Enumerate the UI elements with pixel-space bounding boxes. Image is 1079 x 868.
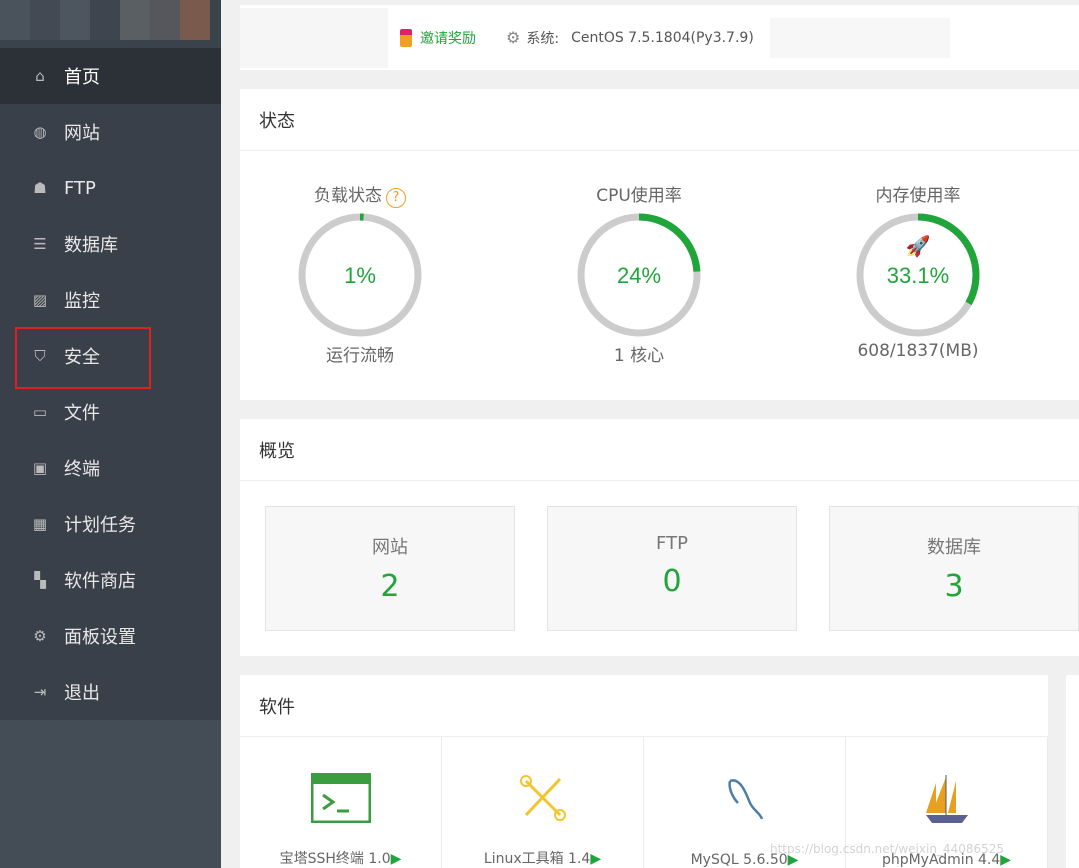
sidebar-item-label: 监控 <box>64 291 100 312</box>
overview-value[interactable]: 3 <box>830 569 1078 604</box>
overview-label: FTP <box>656 533 688 554</box>
software-name: Linux工具箱 1.4 <box>483 851 591 867</box>
sidebar-item-label: 软件商店 <box>64 571 136 592</box>
sidebar-item[interactable]: ☰ 数据库 <box>0 216 221 272</box>
sidebar-item-label: 网站 <box>64 123 100 144</box>
calendar-icon: ▦ <box>32 515 48 533</box>
sidebar-item[interactable]: ▚ 软件商店 <box>0 552 221 608</box>
gauge: CPU使用率 24% 1 核心 <box>549 181 729 366</box>
gear-icon: ⚙ <box>33 627 47 645</box>
terminal-icon: ▣ <box>32 459 48 477</box>
highlight-box <box>15 327 151 389</box>
logout-icon: ⇥ <box>33 683 47 701</box>
software-icon <box>240 772 441 827</box>
sidebar-item-label: 文件 <box>64 403 100 424</box>
overview-value[interactable]: 2 <box>266 569 514 604</box>
monitor-icon: ▨ <box>32 291 48 309</box>
software-icon <box>846 773 1047 832</box>
grid-icon: ▚ <box>34 571 46 589</box>
sidebar-item-label: 计划任务 <box>64 515 136 536</box>
sidebar-item-label: 数据库 <box>64 235 118 256</box>
sidebar-item-label: 首页 <box>64 67 100 88</box>
gauge-value: 24% <box>617 263 661 288</box>
system-value: CentOS 7.5.1804(Py3.7.9) <box>571 29 754 46</box>
software-item[interactable]: Linux工具箱 1.4▶ <box>442 737 644 868</box>
software-icon <box>644 773 845 827</box>
gauge: 内存使用率 🚀 33.1% 608/1837(MB) <box>828 181 1008 361</box>
software-card: 软件 宝塔SSH终端 1.0▶ Linux工具箱 1.4▶ MySQL 5.6.50… <box>240 675 1048 868</box>
folder-icon: ▭ <box>32 403 48 421</box>
gauge: 负载状态? 1% 运行流畅 <box>270 181 450 366</box>
gauge-sub: 运行流畅 <box>326 346 394 366</box>
sidebar-item[interactable]: ◍ 网站 <box>0 104 221 160</box>
gauge-sub: 608/1837(MB) <box>857 341 979 361</box>
gauge-value: 33.1% <box>887 263 949 288</box>
software-icon <box>442 773 643 827</box>
side-card <box>1066 675 1079 868</box>
invite-link[interactable]: 邀请奖励 <box>420 28 476 48</box>
sidebar-item-label: 面板设置 <box>64 627 136 648</box>
gauge-label: 负载状态 <box>314 186 382 206</box>
software-name: 宝塔SSH终端 1.0 <box>279 851 391 867</box>
ftp-icon: ☗ <box>33 179 47 197</box>
header-bar: 邀请奖励 ⚙ 系统: CentOS 7.5.1804(Py3.7.9) <box>240 5 1079 70</box>
gauge-label: 内存使用率 <box>875 186 961 206</box>
overview-tile[interactable]: FTP 0 <box>547 506 797 631</box>
overview-label: 网站 <box>372 537 408 558</box>
sidebar-item-label: 退出 <box>64 683 100 704</box>
home-icon: ⌂ <box>35 67 45 85</box>
overview-tile[interactable]: 网站 2 <box>265 506 515 631</box>
database-icon: ☰ <box>33 235 47 253</box>
sidebar-item[interactable]: ☗ FTP <box>0 160 221 216</box>
blurred-info <box>769 17 950 58</box>
status-title: 状态 <box>240 89 1079 151</box>
help-icon[interactable]: ? <box>386 188 406 208</box>
sidebar-item-label: 终端 <box>64 459 100 480</box>
gift-icon <box>400 28 412 47</box>
user-avatar-blurred <box>0 0 221 48</box>
sidebar: ⌂ 首页 ◍ 网站 ☗ FTP ☰ 数据库 ▨ 监控 ⛉ 安全 ▭ 文件 ▣ 终端 ▦ 计划任务 ▚ 软件商店 ⚙ 面板设… <box>0 0 221 868</box>
gauge-ring: 🚀 33.1% <box>856 213 980 337</box>
overview-card: 概览 网站 2 FTP 0 数据库 3 <box>240 419 1079 656</box>
sidebar-item[interactable]: ▣ 终端 <box>0 440 221 496</box>
software-item[interactable]: 宝塔SSH终端 1.0▶ <box>240 737 442 868</box>
sidebar-item[interactable]: ▨ 监控 <box>0 272 221 328</box>
watermark: https://blog.csdn.net/weixin_44086525 <box>770 842 1005 856</box>
sidebar-item[interactable]: ⇥ 退出 <box>0 664 221 720</box>
play-icon[interactable]: ▶ <box>590 851 601 867</box>
overview-value[interactable]: 0 <box>548 564 796 599</box>
gear-icon: ⚙ <box>506 28 521 47</box>
sidebar-item[interactable]: ⚙ 面板设置 <box>0 608 221 664</box>
globe-icon: ◍ <box>33 123 47 141</box>
blurred-logo <box>240 7 388 68</box>
sidebar-item[interactable]: ▭ 文件 <box>0 384 221 440</box>
rocket-icon: 🚀 <box>906 234 931 258</box>
gauge-value: 1% <box>344 263 376 288</box>
gauge-sub: 1 核心 <box>613 346 665 366</box>
overview-tile[interactable]: 数据库 3 <box>829 506 1079 631</box>
sidebar-item[interactable]: ▦ 计划任务 <box>0 496 221 552</box>
software-title: 软件 <box>240 675 1048 737</box>
status-card: 状态 负载状态? 1% 运行流畅 CPU使用率 24% 1 核心 内存使用率 🚀 3… <box>240 89 1079 400</box>
sidebar-item-label: FTP <box>64 177 96 199</box>
gauge-ring: 1% <box>298 213 422 337</box>
overview-label: 数据库 <box>927 537 981 558</box>
sidebar-item[interactable]: ⌂ 首页 <box>0 48 221 104</box>
overview-title: 概览 <box>240 419 1079 481</box>
gauge-ring: 24% <box>577 213 701 337</box>
gauge-label: CPU使用率 <box>596 186 682 206</box>
system-label: 系统: <box>526 30 560 47</box>
play-icon[interactable]: ▶ <box>391 851 402 867</box>
